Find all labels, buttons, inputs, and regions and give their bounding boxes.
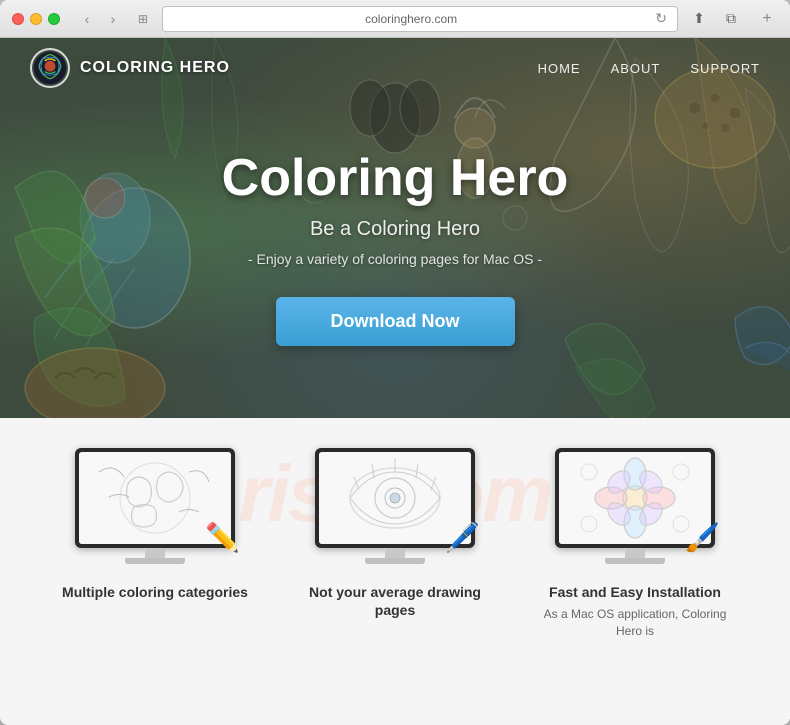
nav-about[interactable]: ABOUT	[611, 61, 661, 76]
minimize-button[interactable]	[30, 13, 42, 25]
reload-button[interactable]: ↻	[655, 10, 667, 27]
download-button[interactable]: Download Now	[276, 297, 515, 346]
browser-actions: ⬆ ⧉	[686, 8, 744, 30]
feature-item-3: 🖌️ Fast and Easy Installation As a Mac O…	[535, 448, 735, 640]
feature-title-2: Not your average drawing pages	[295, 583, 495, 619]
hero-subtitle: Be a Coloring Hero	[0, 218, 790, 241]
site-nav: COLORING HERO HOME ABOUT SUPPORT	[0, 38, 790, 98]
feature-desc-3: As a Mac OS application, Coloring Hero i…	[535, 606, 735, 640]
back-button[interactable]: ‹	[76, 8, 98, 30]
hero-title: Coloring Hero	[0, 148, 790, 208]
features-section: risk.com	[0, 418, 790, 725]
feature-item-1: ✏️ Multiple coloring categories	[55, 448, 255, 606]
marker-overlay-2: 🖊️	[445, 521, 480, 554]
browser-window: ‹ › ⊞ coloringhero.com ↻ ⬆ ⧉ +	[0, 0, 790, 725]
hero-content: Coloring Hero Be a Coloring Hero - Enjoy…	[0, 98, 790, 346]
features-grid: ✏️ Multiple coloring categories	[35, 448, 755, 640]
feature-item-2: 🖊️ Not your average drawing pages	[295, 448, 495, 624]
address-bar[interactable]: coloringhero.com ↻	[162, 6, 678, 32]
feature-title-1: Multiple coloring categories	[62, 583, 248, 601]
nav-home[interactable]: HOME	[538, 61, 581, 76]
window-button[interactable]: ⧉	[718, 8, 744, 30]
share-button[interactable]: ⬆	[686, 8, 712, 30]
feature-title-3: Fast and Easy Installation	[549, 583, 721, 601]
brush-overlay-3: 🖌️	[685, 521, 720, 554]
close-button[interactable]	[12, 13, 24, 25]
url-text: coloringhero.com	[173, 12, 649, 26]
logo-text: COLORING HERO	[80, 59, 230, 77]
maximize-button[interactable]	[48, 13, 60, 25]
traffic-lights	[12, 13, 60, 25]
pencil-overlay-1: ✏️	[205, 521, 240, 554]
monitor-wrap-3: 🖌️	[555, 448, 715, 568]
nav-buttons: ‹ ›	[76, 8, 124, 30]
web-content: COLORING HERO HOME ABOUT SUPPORT Colorin…	[0, 38, 790, 725]
new-tab-button[interactable]: +	[756, 8, 778, 30]
logo-area: COLORING HERO	[30, 48, 230, 88]
monitor-wrap-1: ✏️	[75, 448, 235, 568]
forward-button[interactable]: ›	[102, 8, 124, 30]
hero-description: - Enjoy a variety of coloring pages for …	[0, 251, 790, 267]
hero-section: COLORING HERO HOME ABOUT SUPPORT Colorin…	[0, 38, 790, 418]
nav-links: HOME ABOUT SUPPORT	[538, 61, 760, 76]
logo-icon	[30, 48, 70, 88]
monitor-wrap-2: 🖊️	[315, 448, 475, 568]
title-bar: ‹ › ⊞ coloringhero.com ↻ ⬆ ⧉ +	[0, 0, 790, 38]
nav-support[interactable]: SUPPORT	[690, 61, 760, 76]
tab-view-button[interactable]: ⊞	[132, 8, 154, 30]
